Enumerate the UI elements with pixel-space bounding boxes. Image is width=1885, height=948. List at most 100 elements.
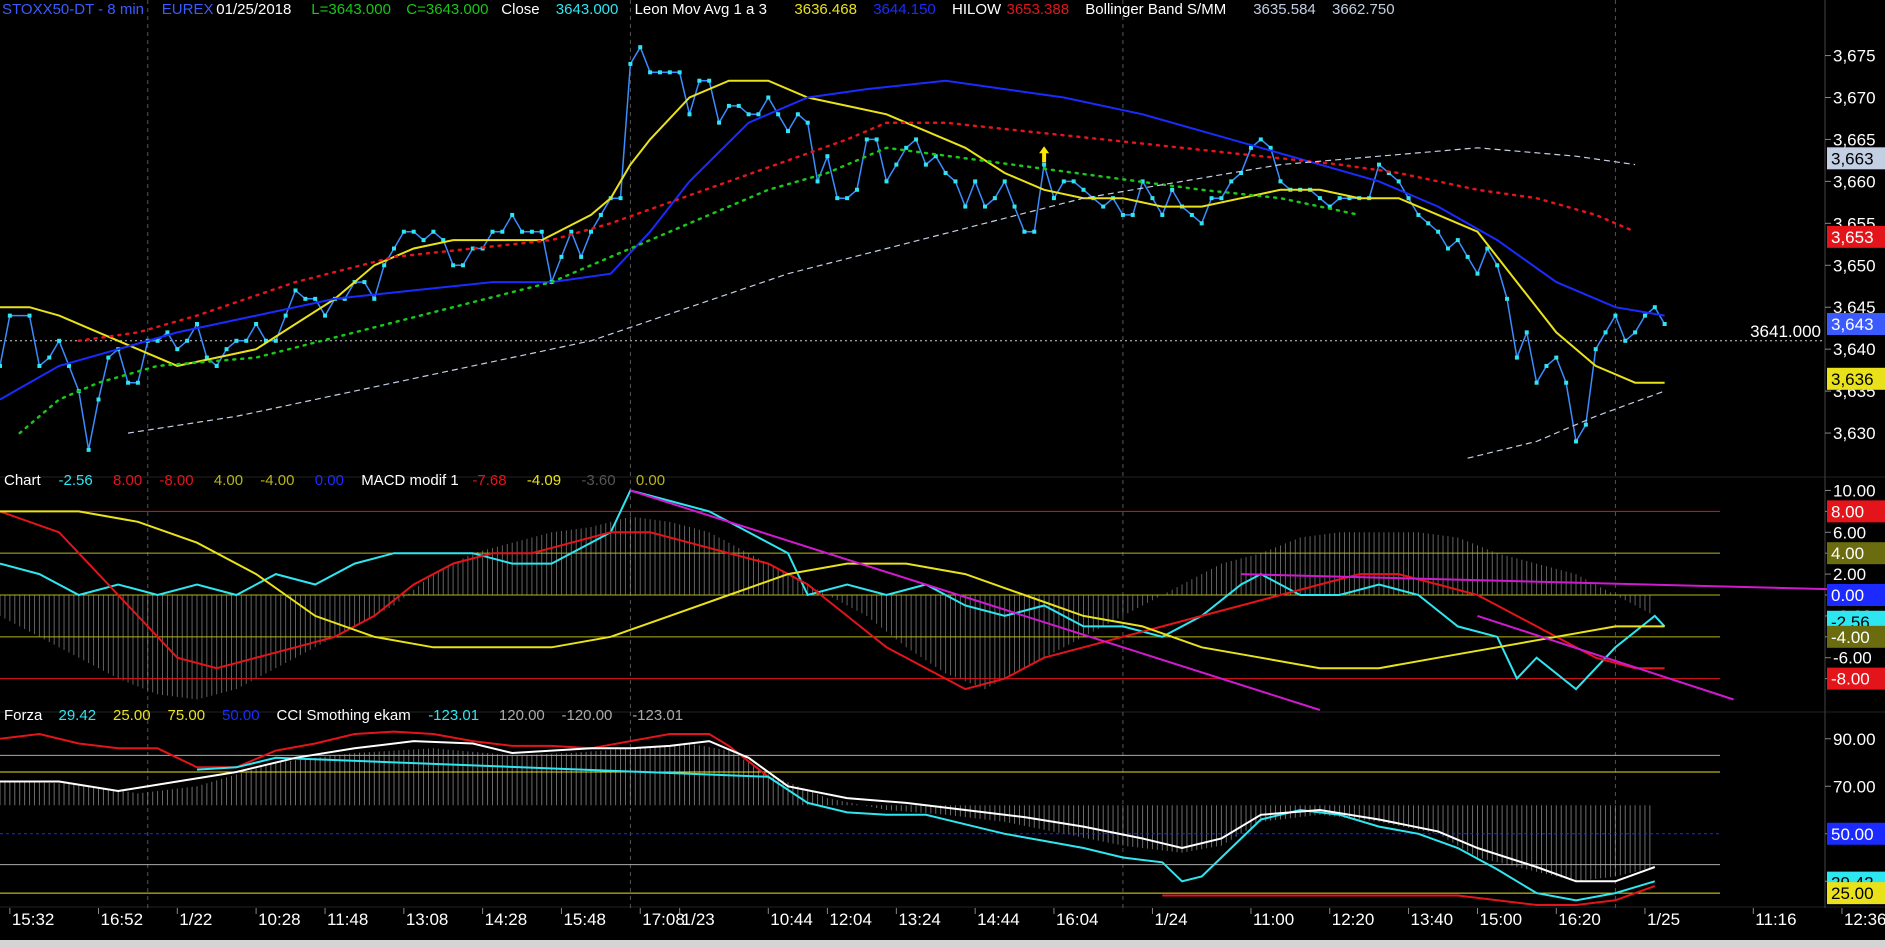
header-item: C=3643.000 [406,1,488,18]
price-marker [904,145,909,150]
price-marker [864,137,869,142]
price-marker [1455,238,1460,243]
header-item: STOXX50-DT - 8 min [2,1,144,18]
header-item: -8.00 [159,472,193,489]
header-item: 0.00 [315,472,344,489]
price-marker [500,229,505,234]
price-marker [293,288,298,293]
price-marker [1583,422,1588,427]
price-marker [313,296,318,301]
price-marker [323,313,328,318]
time-axis-label: 1/24 [1154,910,1187,929]
price-marker [195,322,199,326]
price-marker [37,363,42,368]
header-item: -120.00 [562,707,613,724]
price-marker [520,229,525,234]
price-marker [303,296,308,301]
header-item: 3636.468 [794,1,857,18]
price-marker [894,162,899,167]
price-marker [854,187,859,192]
header-item: -4.00 [260,472,294,489]
price-marker [539,229,544,234]
price-marker [598,212,603,217]
price-marker [845,196,850,201]
price-marker [7,313,12,318]
time-axis-label: 12:04 [829,910,872,929]
time-axis-label: 13:24 [898,910,941,929]
header-item: -7.68 [472,472,506,489]
price-marker [786,129,790,134]
axis-tick-label: 3,665 [1833,130,1876,149]
price-marker [1032,229,1037,234]
price-marker [1130,212,1135,217]
header-item: MACD modif 1 [361,472,459,489]
price-marker [628,61,633,66]
price-marker [795,112,800,117]
time-axis-label: 15:32 [12,910,55,929]
axis-tick-label: 3,650 [1833,256,1876,275]
value-tag-label: -4.00 [1831,628,1870,647]
price-marker [1002,179,1007,184]
price-marker [697,78,702,83]
value-tag-label: 3,643 [1831,315,1874,334]
price-marker [1574,439,1578,444]
price-marker [1061,179,1066,184]
price-marker [1337,196,1342,201]
price-marker [1317,196,1322,201]
time-axis-label: 1/25 [1647,910,1680,929]
time-axis-label: 11:16 [1755,910,1796,929]
price-marker [973,179,978,184]
header-item: -2.56 [59,472,93,489]
price-marker [1544,363,1549,368]
time-axis-label: 1/23 [682,910,715,929]
price-marker [569,229,574,234]
price-marker [1623,338,1628,343]
axis-tick-label: 90.00 [1833,730,1876,749]
price-marker [1229,179,1234,184]
price-marker [126,380,131,385]
price-marker [106,355,111,360]
time-axis-label: 1/22 [179,910,212,929]
price-marker [884,179,889,184]
axis-tick-label: 10.00 [1833,481,1876,500]
time-axis-label: 11:48 [327,910,368,929]
price-marker [1081,187,1086,192]
price-marker [776,112,781,117]
price-marker [1662,322,1667,326]
stock-chart[interactable]: STOXX50-DT - 8 min EUREX 01/25/2018 L=3643.… [0,0,1885,940]
time-axis-label: 16:52 [101,910,144,929]
price-marker [687,112,692,117]
header-item: -3.60 [581,472,615,489]
time-axis-label: 14:44 [977,910,1020,929]
time-axis-label: 12:36 [1844,910,1885,929]
price-marker [135,380,140,385]
header-item: 3635.584 [1253,1,1316,18]
price-marker [835,196,840,201]
price-marker [589,229,593,234]
price-marker [1524,330,1529,335]
price-marker [1258,137,1263,142]
time-axis-label: 17:08 [642,910,685,929]
price-marker [372,296,377,301]
time-axis-label: 15:00 [1480,910,1523,929]
time-axis-label: 10:44 [770,910,813,929]
price-marker [874,137,879,142]
price-marker [421,238,426,243]
header-item: 01/25/2018 [216,1,291,18]
price-marker [1101,204,1106,209]
price-marker [411,229,416,234]
horizontal-scrollbar[interactable] [0,940,1885,948]
price-marker [717,120,722,125]
price-marker [1593,347,1598,352]
price-marker [234,338,239,343]
price-marker [244,338,249,343]
axis-tick-label: 3,675 [1833,47,1876,66]
header-item: Forza [4,707,43,724]
price-marker [657,70,662,75]
header-item: Close [501,1,539,18]
time-axis-label: 13:08 [406,910,449,929]
price-marker [1051,196,1056,201]
price-marker [185,338,190,343]
price-marker [1642,313,1647,318]
axis-tick-label: 3,660 [1833,172,1876,191]
